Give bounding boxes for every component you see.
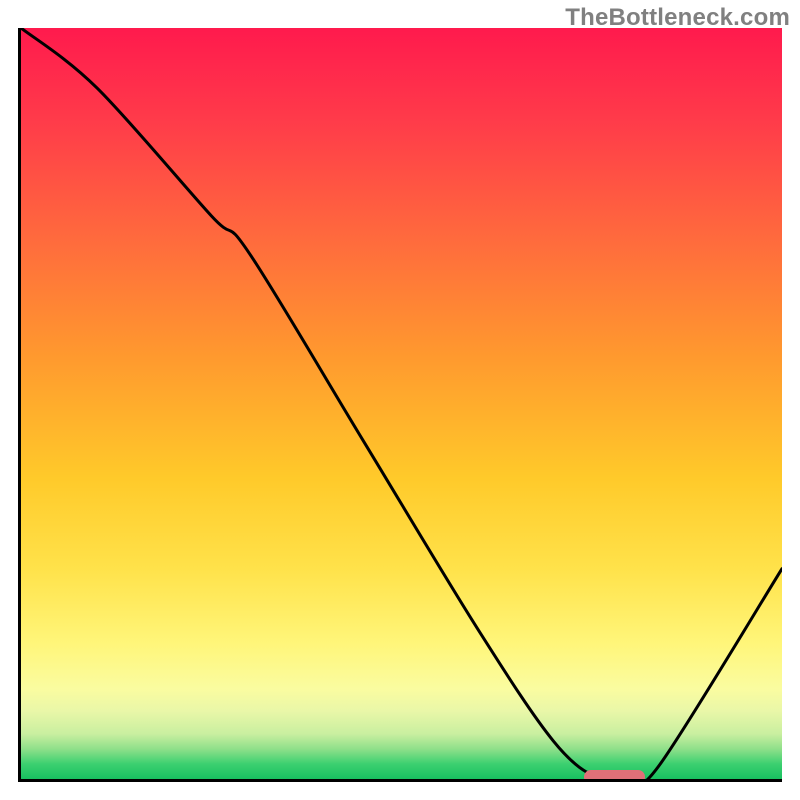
bottleneck-curve: [21, 28, 782, 779]
curve-svg: [21, 28, 782, 779]
plot-area: [18, 28, 782, 782]
optimum-marker: [584, 770, 645, 782]
chart-container: TheBottleneck.com: [0, 0, 800, 800]
